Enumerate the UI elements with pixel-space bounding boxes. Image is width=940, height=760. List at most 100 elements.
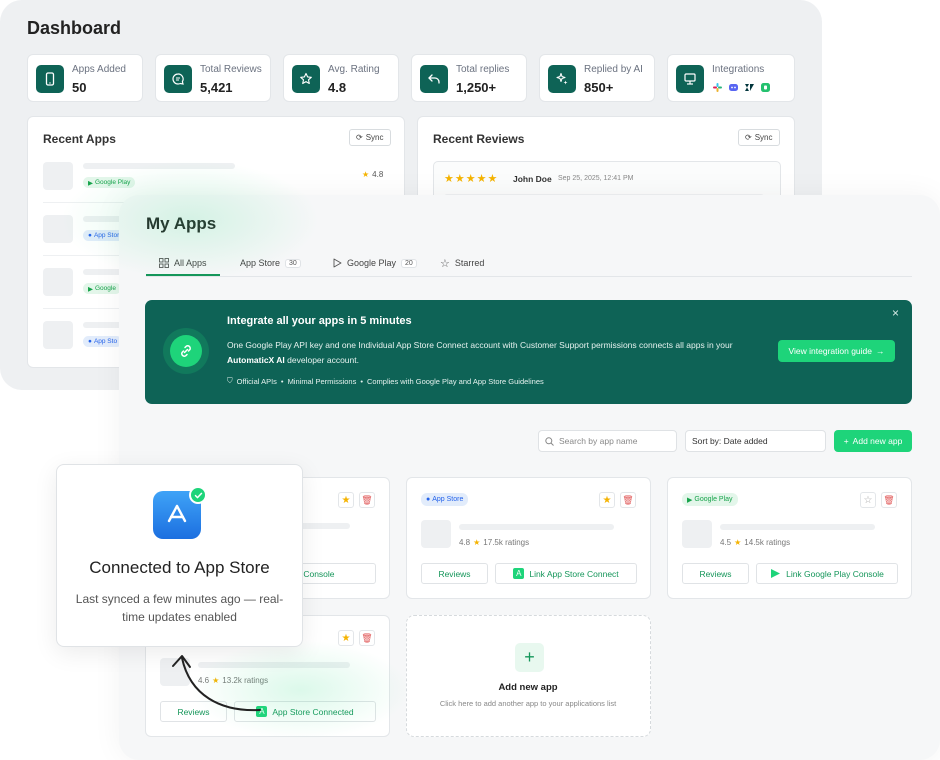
apple-icon: ● xyxy=(426,496,431,503)
stat-replied-by-ai[interactable]: Replied by AI 850+ xyxy=(539,54,655,102)
grid-icon xyxy=(159,258,169,268)
refresh-icon: ⟳ xyxy=(745,133,752,142)
tab-all-apps[interactable]: All Apps xyxy=(159,252,207,274)
bullet: • xyxy=(360,376,363,386)
tab-label: All Apps xyxy=(174,258,207,268)
stat-total-reviews[interactable]: Total Reviews 5,421 xyxy=(155,54,271,102)
app-name-placeholder xyxy=(720,524,875,530)
play-icon: ▶ xyxy=(88,285,93,293)
tab-google-play[interactable]: Google Play 20 xyxy=(333,252,417,274)
link-app-store-connect-button[interactable]: A Link App Store Connect xyxy=(495,563,637,584)
stat-total-replies[interactable]: Total replies 1,250+ xyxy=(411,54,527,102)
refresh-icon: ⟳ xyxy=(356,133,363,142)
toast-body: Last synced a few minutes ago — real-tim… xyxy=(75,592,284,624)
banner-body-text: One Google Play API key and one Individu… xyxy=(227,340,733,350)
reviews-button[interactable]: Reviews xyxy=(682,563,749,584)
delete-button[interactable]: 🗑 xyxy=(359,492,375,508)
recent-reviews-sync-button[interactable]: ⟳ Sync xyxy=(738,129,780,146)
link-google-play-console-button[interactable]: Link Google Play Console xyxy=(756,563,898,584)
play-icon: ▶ xyxy=(88,179,93,187)
star-button[interactable]: ★ xyxy=(599,492,615,508)
tab-app-store[interactable]: App Store 30 xyxy=(235,252,301,274)
play-console-icon xyxy=(771,569,781,578)
rating-value: 4.8 xyxy=(459,538,471,547)
plus-icon: + xyxy=(843,436,849,446)
star-button[interactable]: ★ xyxy=(338,630,354,646)
badge-label: Google xyxy=(95,285,116,292)
button-label: Reviews xyxy=(438,568,471,579)
reply-icon xyxy=(420,65,448,93)
rating-count: 14.5k ratings xyxy=(744,538,791,547)
recent-apps-title: Recent Apps xyxy=(43,132,116,146)
curved-arrow-icon xyxy=(172,655,261,712)
google-play-badge: ▶ Google Play xyxy=(682,493,738,506)
integration-banner: Integrate all your apps in 5 minutes One… xyxy=(145,300,912,404)
arrow-right-icon: → xyxy=(876,346,885,356)
delete-button[interactable]: 🗑 xyxy=(359,630,375,646)
app-card[interactable]: ● App Store ★ 🗑 4.8 ★ 17.5k ratings Reviews… xyxy=(406,477,651,599)
app-name-placeholder xyxy=(459,524,614,530)
star-filled-icon: ★ xyxy=(602,494,612,506)
star-outline-icon: ☆ xyxy=(440,257,450,270)
phone-icon xyxy=(36,65,64,93)
star-button[interactable]: ☆ xyxy=(860,492,876,508)
freshdesk-icon xyxy=(761,83,770,92)
tab-starred[interactable]: ☆ Starred xyxy=(440,252,484,274)
app-card[interactable]: ▶ Google Play ☆ 🗑 4.5 ★ 14.5k ratings Revie… xyxy=(667,477,912,599)
tab-label: Starred xyxy=(454,258,485,268)
delete-button[interactable]: 🗑 xyxy=(881,492,897,508)
tab-label: App Store xyxy=(240,258,281,268)
zendesk-icon xyxy=(745,84,754,91)
stat-integrations[interactable]: Integrations xyxy=(667,54,795,102)
close-icon[interactable]: × xyxy=(892,306,899,320)
stat-label: Replied by AI xyxy=(584,64,643,75)
discord-icon xyxy=(729,84,738,91)
add-new-app-card[interactable]: + Add new app Click here to add another … xyxy=(406,615,651,737)
link-icon xyxy=(170,335,202,367)
trash-icon: 🗑 xyxy=(622,494,634,505)
stat-label: Total Reviews xyxy=(200,64,262,75)
star-outline-icon: ☆ xyxy=(863,494,873,506)
slack-icon xyxy=(713,83,722,92)
stat-avg-rating[interactable]: Avg. Rating 4.8 xyxy=(283,54,399,102)
chat-icon xyxy=(164,65,192,93)
rating-value: 4.8 xyxy=(372,170,384,179)
app-rating: ★ 4.8 xyxy=(362,170,383,179)
search-input[interactable]: Search by app name xyxy=(538,430,677,452)
app-name-placeholder xyxy=(83,216,123,222)
sort-label: Sort by: Date added xyxy=(692,436,768,446)
stat-value: 1,250+ xyxy=(456,80,497,95)
add-new-app-button[interactable]: + Add new app xyxy=(834,430,912,452)
delete-button[interactable]: 🗑 xyxy=(620,492,636,508)
check-icon xyxy=(189,486,207,504)
stat-label: Apps Added xyxy=(72,64,126,75)
stat-value: 850+ xyxy=(584,80,614,95)
button-label: View integration guide xyxy=(788,346,873,356)
app-icon-placeholder xyxy=(43,162,73,190)
sort-select[interactable]: Sort by: Date added xyxy=(685,430,826,452)
reviews-button[interactable]: Reviews xyxy=(421,563,488,584)
button-label: Add new app xyxy=(852,436,903,446)
star-icon xyxy=(292,65,320,93)
star-filled-icon: ★ xyxy=(341,632,351,644)
view-integration-guide-button[interactable]: View integration guide → xyxy=(778,340,895,362)
app-icon-placeholder xyxy=(682,520,712,548)
dashboard-title: Dashboard xyxy=(27,18,122,38)
star-icon: ★ xyxy=(734,538,742,547)
recent-reviews-title: Recent Reviews xyxy=(433,132,525,146)
app-name-placeholder xyxy=(83,163,235,169)
badge-label: App Store xyxy=(432,496,464,503)
stat-apps-added[interactable]: Apps Added 50 xyxy=(27,54,143,102)
integration-logos xyxy=(712,82,771,93)
app-icon-placeholder xyxy=(43,268,73,296)
feature-label: Complies with Google Play and App Store … xyxy=(366,376,544,386)
recent-apps-sync-button[interactable]: ⟳ Sync xyxy=(349,129,391,146)
stat-value: 5,421 xyxy=(200,80,233,95)
sync-label: Sync xyxy=(365,133,384,142)
integrations-icon xyxy=(676,65,704,93)
button-label: Link Google Play Console xyxy=(786,568,884,579)
play-icon xyxy=(333,258,342,268)
trash-icon: 🗑 xyxy=(883,494,895,505)
button-label: Reviews xyxy=(699,568,732,579)
star-button[interactable]: ★ xyxy=(338,492,354,508)
